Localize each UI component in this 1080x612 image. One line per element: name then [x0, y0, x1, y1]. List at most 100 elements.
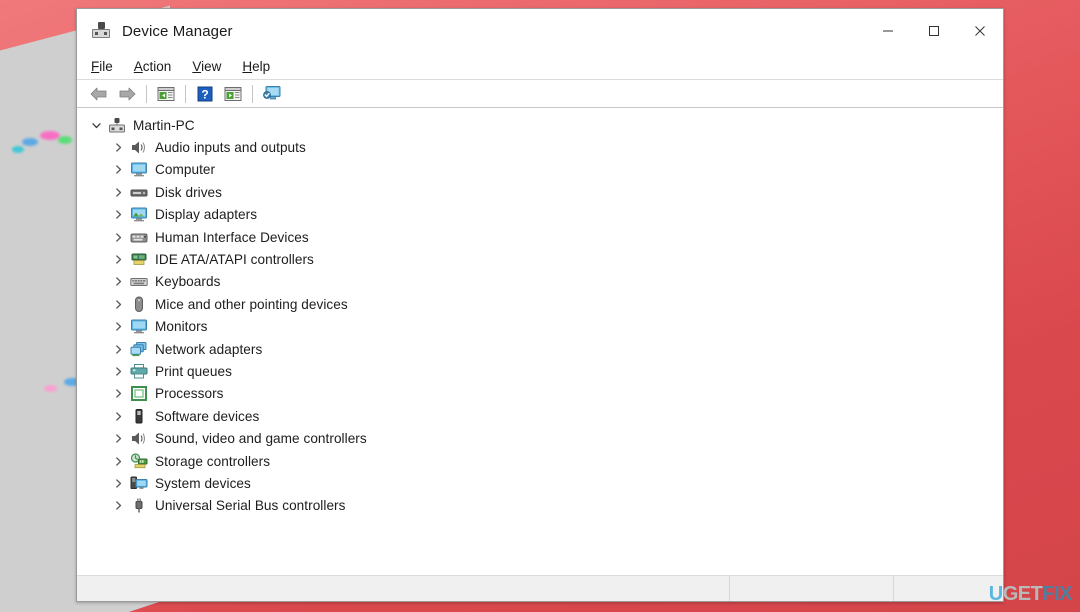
- close-button[interactable]: [957, 9, 1003, 53]
- tree-item-computer[interactable]: Computer: [77, 159, 1003, 181]
- tree-item-label: Disk drives: [155, 184, 223, 200]
- chevron-right-icon[interactable]: [110, 274, 126, 290]
- tree-item-label: Display adapters: [155, 207, 258, 223]
- system-device-icon: [130, 475, 148, 492]
- tree-item-software-devices[interactable]: Software devices: [77, 405, 1003, 427]
- storage-controller-icon: [130, 452, 148, 470]
- tree-item-audio-inputs-and-outputs[interactable]: Audio inputs and outputs: [77, 136, 1003, 158]
- device-tree[interactable]: Martin-PC Audio inputs and outputs Compu…: [77, 108, 1003, 575]
- mouse-icon: [130, 296, 148, 313]
- menu-help[interactable]: Help: [242, 59, 270, 74]
- scan-hardware-changes-icon[interactable]: [258, 82, 286, 106]
- tree-item-ide-ata-atapi-controllers[interactable]: IDE ATA/ATAPI controllers: [77, 248, 1003, 270]
- chevron-right-icon[interactable]: [110, 431, 126, 447]
- forward-arrow-icon[interactable]: [113, 82, 141, 106]
- chevron-right-icon[interactable]: [110, 252, 126, 268]
- tree-item-label: Audio inputs and outputs: [155, 140, 306, 156]
- title-bar: Device Manager: [77, 9, 1003, 53]
- device-manager-window: Device Manager File Action View Help ? M…: [76, 8, 1004, 602]
- properties-window-icon[interactable]: [152, 82, 180, 106]
- processor-icon: [130, 385, 148, 402]
- menu-bar: File Action View Help: [77, 53, 1003, 80]
- tree-item-label: Mice and other pointing devices: [155, 296, 348, 312]
- status-bar: [77, 575, 1003, 601]
- software-device-icon: [130, 408, 148, 425]
- chevron-right-icon[interactable]: [110, 296, 126, 312]
- chevron-right-icon[interactable]: [110, 140, 126, 156]
- printer-icon: [130, 363, 148, 380]
- speaker-icon: [130, 139, 148, 156]
- tree-item-label: Human Interface Devices: [155, 229, 309, 245]
- menu-action[interactable]: Action: [134, 59, 172, 74]
- chevron-right-icon[interactable]: [110, 184, 126, 200]
- maximize-button[interactable]: [911, 9, 957, 53]
- tree-item-human-interface-devices[interactable]: Human Interface Devices: [77, 226, 1003, 248]
- network-adapter-icon: [130, 341, 148, 358]
- show-hidden-devices-icon[interactable]: [219, 82, 247, 106]
- computer-node-icon: [108, 117, 126, 134]
- tree-item-label: System devices: [155, 475, 251, 491]
- tree-item-storage-controllers[interactable]: Storage controllers: [77, 450, 1003, 472]
- tree-item-mice-and-other-pointing-devices[interactable]: Mice and other pointing devices: [77, 293, 1003, 315]
- tree-item-processors[interactable]: Processors: [77, 383, 1003, 405]
- tree-item-network-adapters[interactable]: Network adapters: [77, 338, 1003, 360]
- status-pane-1: [77, 576, 730, 601]
- chevron-down-icon[interactable]: [88, 117, 104, 133]
- status-pane-2: [730, 576, 894, 601]
- keyboard-icon: [130, 273, 148, 290]
- device-manager-icon: [91, 21, 111, 41]
- chevron-right-icon[interactable]: [110, 386, 126, 402]
- monitor-icon: [130, 318, 148, 335]
- window-controls: [865, 9, 1003, 53]
- hid-icon: [130, 229, 148, 246]
- chevron-right-icon[interactable]: [110, 475, 126, 491]
- toolbar: ?: [77, 80, 1003, 108]
- chevron-right-icon[interactable]: [110, 408, 126, 424]
- usb-icon: [130, 497, 148, 514]
- disk-drive-icon: [130, 184, 148, 201]
- tree-item-disk-drives[interactable]: Disk drives: [77, 181, 1003, 203]
- speaker-icon: [130, 430, 148, 447]
- tree-item-label: IDE ATA/ATAPI controllers: [155, 252, 314, 268]
- tree-item-keyboards[interactable]: Keyboards: [77, 271, 1003, 293]
- tree-item-label: Storage controllers: [155, 453, 271, 469]
- monitor-icon: [130, 161, 148, 178]
- chevron-right-icon[interactable]: [110, 453, 126, 469]
- tree-item-sound-video-and-game-controllers[interactable]: Sound, video and game controllers: [77, 427, 1003, 449]
- tree-item-label: Computer: [155, 162, 216, 178]
- tree-item-monitors[interactable]: Monitors: [77, 316, 1003, 338]
- chevron-right-icon[interactable]: [110, 207, 126, 223]
- tree-item-label: Keyboards: [155, 274, 221, 290]
- tree-item-label: Network adapters: [155, 341, 263, 357]
- minimize-button[interactable]: [865, 9, 911, 53]
- display-adapter-icon: [130, 206, 148, 223]
- tree-item-system-devices[interactable]: System devices: [77, 472, 1003, 494]
- chevron-right-icon[interactable]: [110, 341, 126, 357]
- toolbar-separator: [252, 84, 253, 103]
- tree-item-print-queues[interactable]: Print queues: [77, 360, 1003, 382]
- menu-file[interactable]: File: [91, 59, 113, 74]
- tree-node-root[interactable]: Martin-PC: [77, 114, 1003, 136]
- tree-item-label: Monitors: [155, 319, 208, 335]
- watermark-part-fix: FIX: [1042, 583, 1072, 605]
- window-title: Device Manager: [122, 22, 233, 40]
- ide-controller-icon: [130, 251, 148, 268]
- help-question-icon[interactable]: ?: [191, 82, 219, 106]
- back-arrow-icon[interactable]: [85, 82, 113, 106]
- chevron-right-icon[interactable]: [110, 229, 126, 245]
- tree-item-label: Print queues: [155, 363, 232, 379]
- tree-item-display-adapters[interactable]: Display adapters: [77, 204, 1003, 226]
- ugetfix-watermark: UGETFIX: [988, 583, 1073, 606]
- tree-item-label: Sound, video and game controllers: [155, 431, 367, 447]
- toolbar-separator: [185, 84, 186, 103]
- chevron-right-icon[interactable]: [110, 363, 126, 379]
- chevron-right-icon[interactable]: [110, 319, 126, 335]
- chevron-right-icon[interactable]: [110, 498, 126, 514]
- tree-item-label: Processors: [155, 386, 224, 402]
- menu-view[interactable]: View: [192, 59, 221, 74]
- tree-item-label: Universal Serial Bus controllers: [155, 498, 346, 514]
- tree-item-universal-serial-bus-controllers[interactable]: Universal Serial Bus controllers: [77, 495, 1003, 517]
- chevron-right-icon[interactable]: [110, 162, 126, 178]
- status-pane-3: [894, 576, 1003, 601]
- watermark-part-u: U: [988, 583, 1003, 605]
